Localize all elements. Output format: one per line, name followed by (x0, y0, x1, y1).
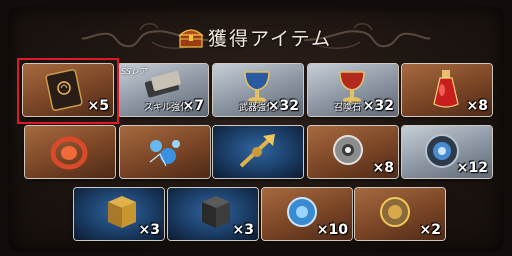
page-title: 獲得アイテム (208, 28, 333, 50)
item-quantity: ×8 (372, 160, 394, 176)
red-gem-ring-icon (50, 136, 88, 170)
item-quantity: ×3 (232, 222, 254, 238)
reward-item[interactable]: 武器強化 ×32 (213, 64, 303, 116)
rarity-badge: SSレア (121, 67, 147, 76)
reward-item[interactable]: ×10 (262, 188, 352, 240)
reward-item[interactable]: ×2 (355, 188, 445, 240)
item-quantity: ×8 (466, 98, 488, 114)
reward-item[interactable]: ×3 (74, 188, 164, 240)
item-quantity: ×12 (456, 160, 488, 176)
golden-weapon-icon (239, 134, 275, 168)
treasure-chest-icon (178, 29, 204, 48)
item-quantity: ×2 (419, 222, 441, 238)
reward-item[interactable] (25, 126, 115, 178)
reward-item[interactable] (120, 126, 210, 178)
item-quantity: ×32 (362, 98, 394, 114)
reward-item[interactable] (213, 126, 303, 178)
blue-crystal-icon (149, 140, 180, 167)
item-quantity: ×3 (138, 222, 160, 238)
reward-item[interactable]: ×3 (168, 188, 258, 240)
item-name: 召喚石 (334, 103, 362, 113)
reward-item[interactable]: ×8 (402, 64, 492, 116)
item-quantity: ×10 (316, 222, 348, 238)
reward-item[interactable]: 召喚石 ×32 (308, 64, 398, 116)
reward-item[interactable]: ×12 (402, 126, 492, 178)
item-quantity: ×7 (182, 98, 204, 114)
selection-highlight (17, 58, 119, 124)
reward-item[interactable]: SSレア スキル強化 ×7 (118, 64, 208, 116)
reward-header: 獲得アイテム (0, 14, 512, 54)
reward-item[interactable]: ×8 (308, 126, 398, 178)
item-quantity: ×32 (267, 98, 299, 114)
